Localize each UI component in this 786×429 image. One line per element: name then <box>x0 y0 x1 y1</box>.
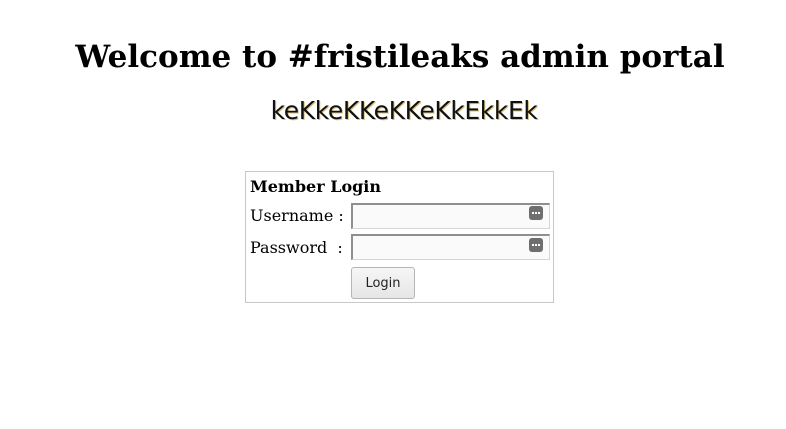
login-form: Member Login Username : Password : Login <box>245 171 554 303</box>
password-autofill-key-icon[interactable] <box>529 238 543 252</box>
username-input[interactable] <box>351 203 550 229</box>
password-input[interactable] <box>351 234 550 260</box>
login-form-title: Member Login <box>250 177 382 196</box>
username-autofill-key-icon[interactable] <box>529 206 543 220</box>
password-label: Password : <box>250 238 343 257</box>
logo-image-text: keKkeKKeKKeKkEkkEk <box>270 96 538 125</box>
login-button[interactable]: Login <box>351 267 415 299</box>
username-label: Username : <box>250 206 344 225</box>
page-heading: Welcome to #fristileaks admin portal <box>75 38 725 75</box>
